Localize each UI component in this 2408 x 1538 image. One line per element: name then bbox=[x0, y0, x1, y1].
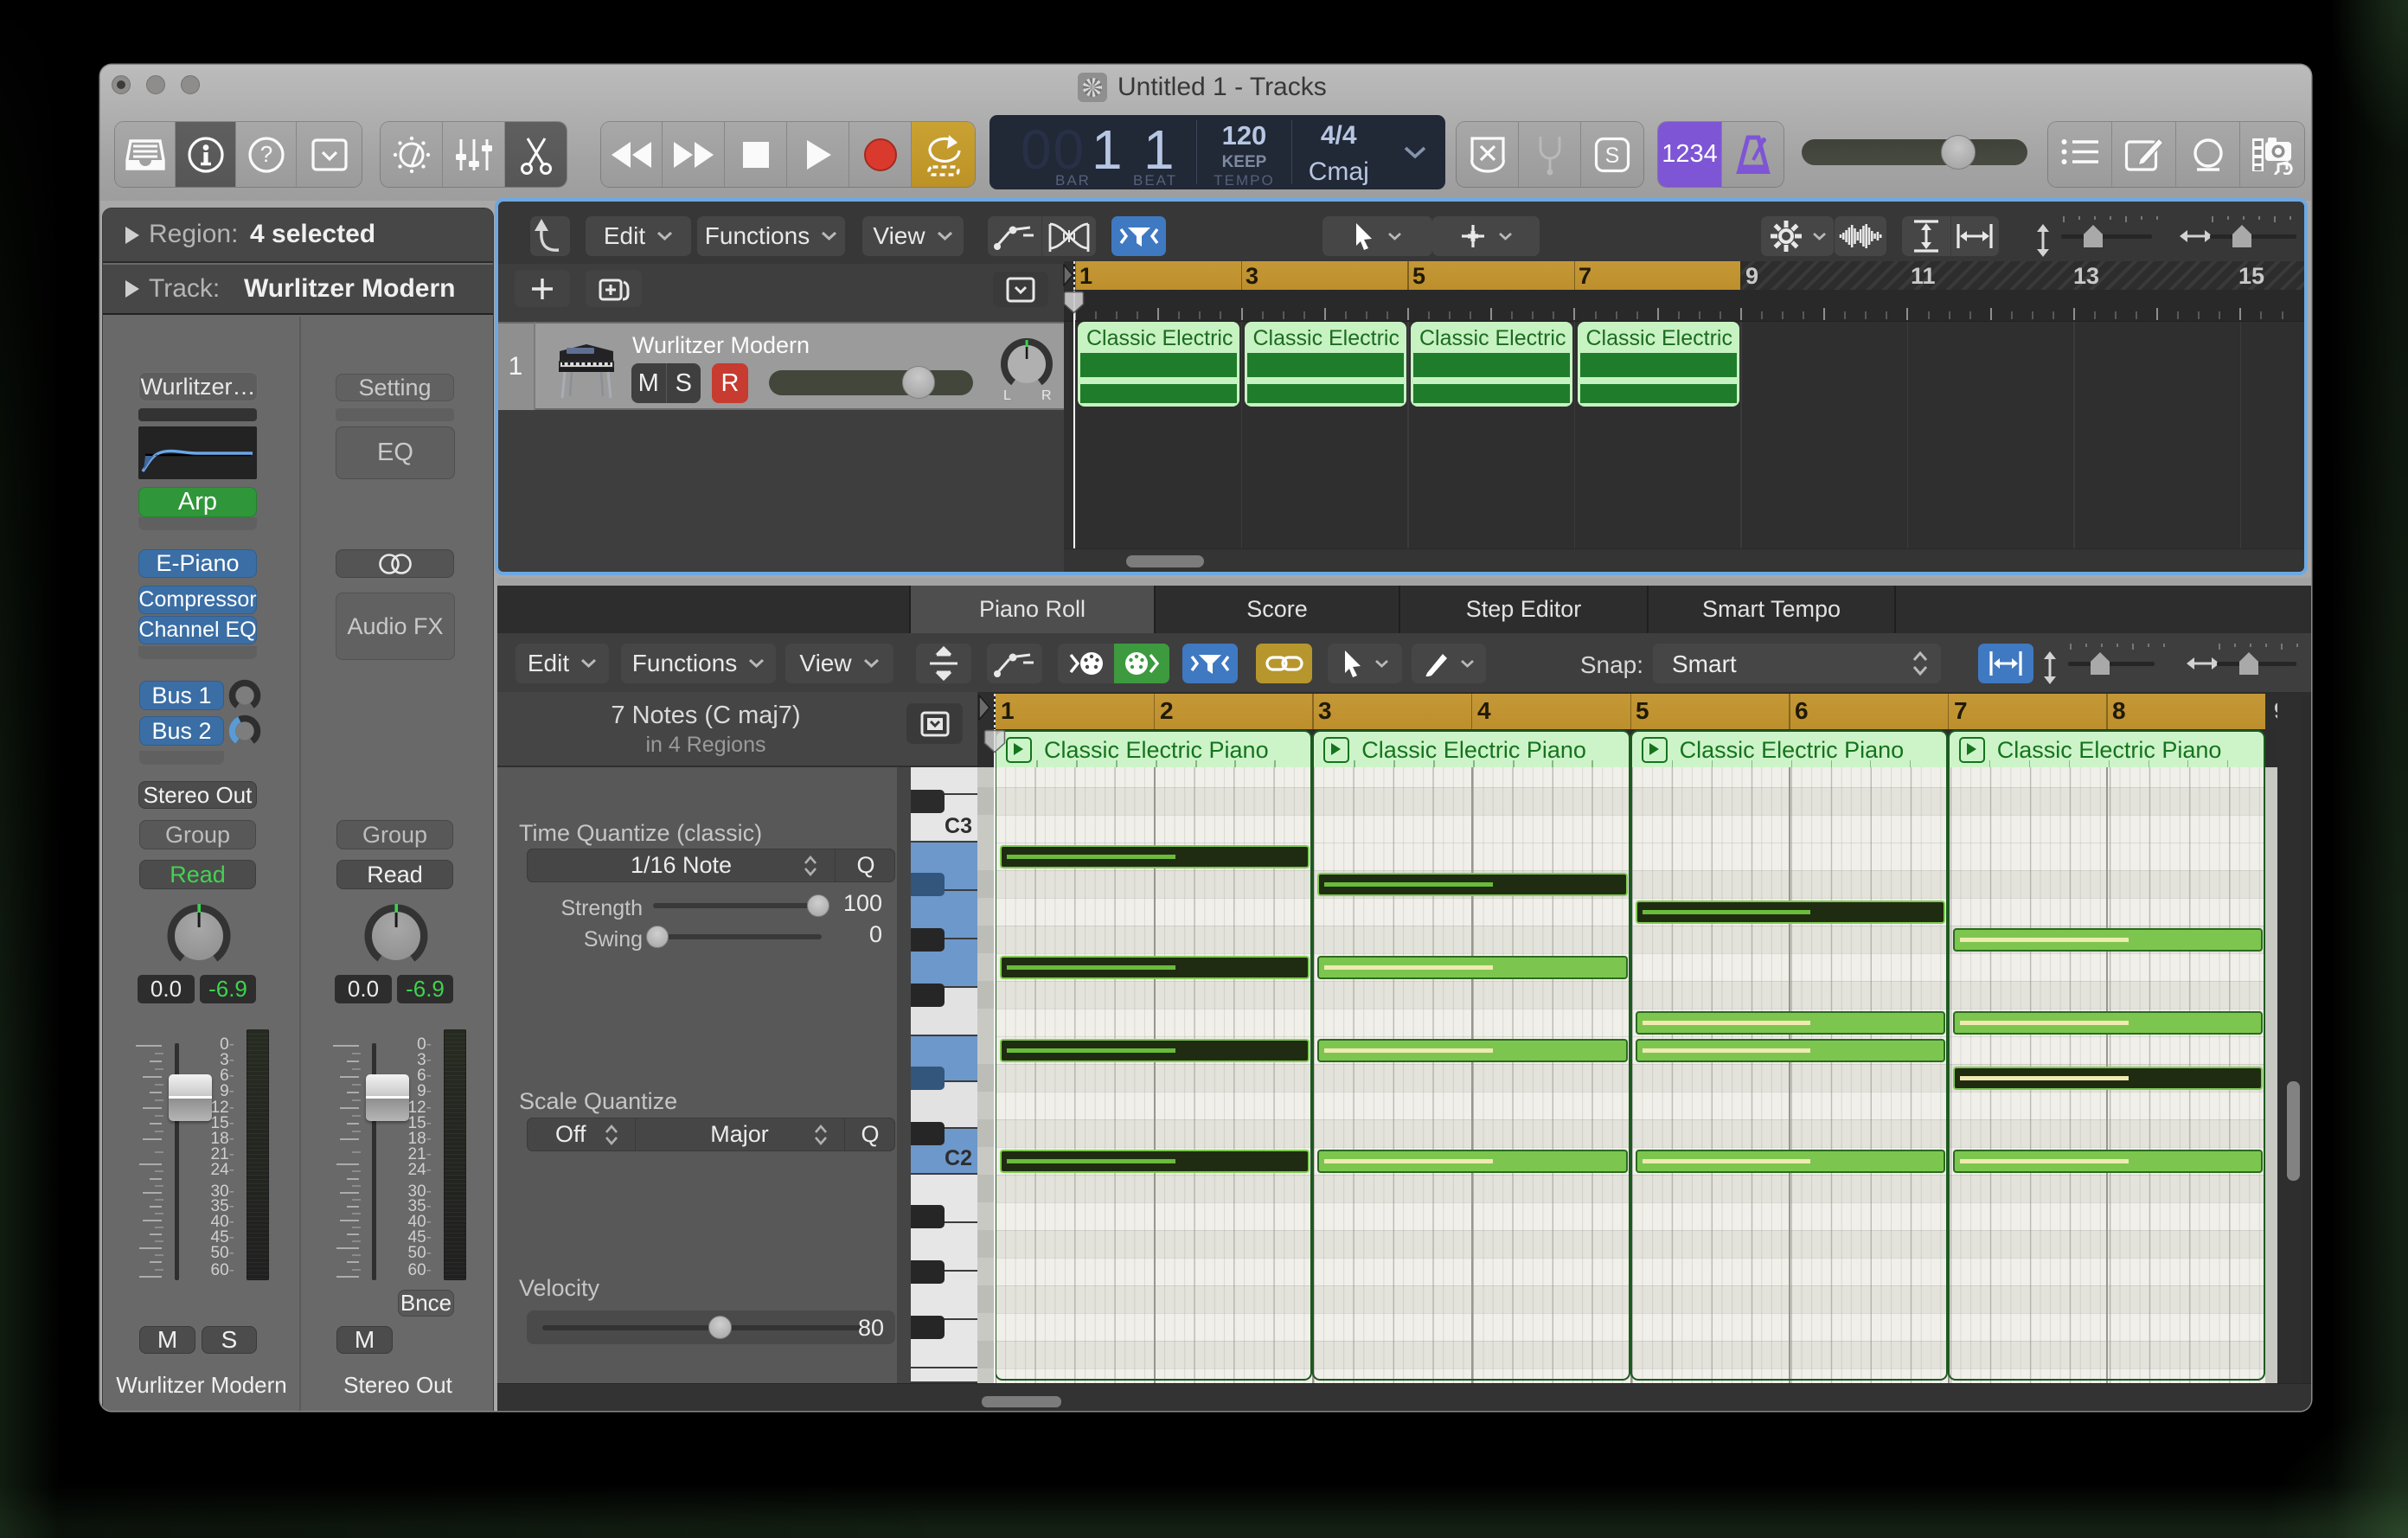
svg-text:?: ? bbox=[259, 141, 272, 167]
svg-text:S: S bbox=[1605, 144, 1620, 168]
